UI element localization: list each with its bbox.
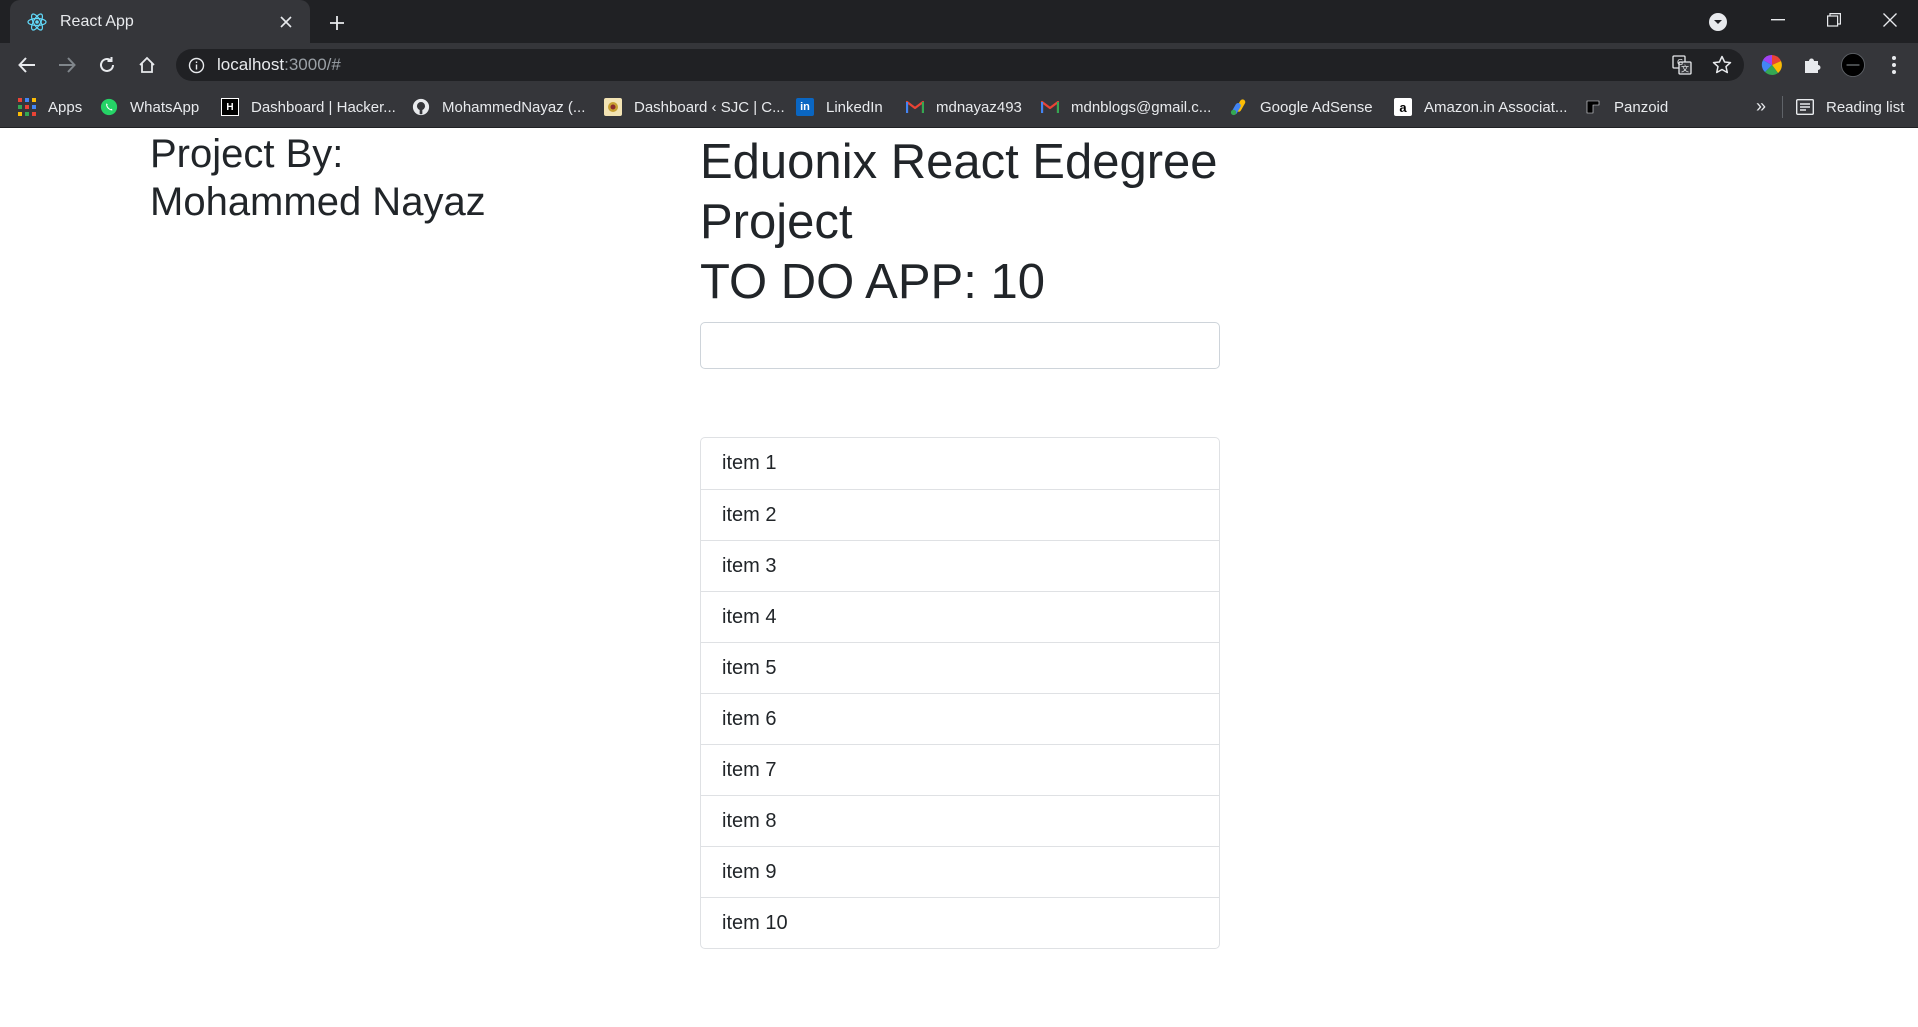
gmail-icon — [906, 98, 924, 116]
bookmark-amazon[interactable]: a Amazon.in Associat... — [1394, 95, 1567, 119]
bookmark-label: Panzoid — [1614, 98, 1669, 116]
bookmark-label: mdnblogs@gmail.c... — [1071, 98, 1212, 116]
panzoid-icon — [1584, 98, 1602, 116]
page-title: Eduonix React Edegree Project TO DO APP:… — [700, 132, 1220, 312]
gmail-icon — [1041, 98, 1059, 116]
home-icon[interactable] — [132, 50, 162, 80]
profile-avatar-icon[interactable] — [1841, 53, 1865, 77]
github-icon — [412, 98, 430, 116]
bookmark-label: LinkedIn — [826, 98, 883, 116]
todo-item[interactable]: item 4 — [701, 591, 1219, 642]
todo-item[interactable]: item 3 — [701, 540, 1219, 591]
reading-list-button[interactable]: Reading list — [1796, 95, 1904, 119]
todo-item[interactable]: item 1 — [701, 438, 1219, 489]
translate-icon[interactable]: 文G — [1671, 54, 1693, 76]
hackerrank-icon: H — [221, 98, 239, 116]
bookmark-github[interactable]: MohammedNayaz (... — [412, 95, 585, 119]
url-host: localhost — [217, 55, 285, 74]
todo-count-heading: TO DO APP: 10 — [700, 255, 1045, 309]
bookmark-label: Dashboard | Hacker... — [251, 98, 396, 116]
apps-grid-icon — [18, 98, 36, 116]
whatsapp-icon — [100, 98, 118, 116]
bookmarks-divider — [1782, 96, 1783, 118]
todo-column: Eduonix React Edegree Project TO DO APP:… — [700, 128, 1220, 949]
todo-item[interactable]: item 2 — [701, 489, 1219, 540]
bookmark-sjc[interactable]: Dashboard ‹ SJC | C... — [604, 95, 785, 119]
todo-item[interactable]: item 5 — [701, 642, 1219, 693]
bookmark-gmail-2[interactable]: mdnblogs@gmail.c... — [1041, 95, 1211, 119]
title-line-1: Eduonix React Edegree — [700, 135, 1218, 189]
url-path: :3000/# — [284, 55, 341, 74]
bookmark-apps[interactable]: Apps — [18, 95, 82, 119]
site-info-icon[interactable] — [188, 57, 205, 74]
minimize-icon[interactable] — [1750, 0, 1806, 40]
forward-arrow-icon[interactable] — [52, 50, 82, 80]
reading-list-label: Reading list — [1826, 98, 1905, 116]
todo-input[interactable] — [700, 322, 1220, 369]
todo-item[interactable]: item 8 — [701, 795, 1219, 846]
close-tab-icon[interactable] — [274, 10, 298, 34]
author-heading: Project By: Mohammed Nayaz — [150, 130, 530, 226]
todo-item[interactable]: item 10 — [701, 897, 1219, 948]
bookmarks-overflow-button[interactable]: » — [1756, 96, 1766, 117]
bookmark-label: Dashboard ‹ SJC | C... — [634, 98, 785, 116]
reload-icon[interactable] — [92, 50, 122, 80]
author-line-1: Project By: — [150, 132, 344, 176]
bookmark-label: MohammedNayaz (... — [442, 98, 586, 116]
title-line-2: Project — [700, 195, 853, 249]
bookmark-label: Amazon.in Associat... — [1424, 98, 1568, 116]
bookmark-label: Apps — [48, 98, 83, 116]
close-window-icon[interactable] — [1862, 0, 1918, 40]
bookmark-label: WhatsApp — [130, 98, 200, 116]
back-arrow-icon[interactable] — [12, 50, 42, 80]
bookmark-linkedin[interactable]: in LinkedIn — [796, 95, 883, 119]
linkedin-icon: in — [796, 98, 814, 116]
amazon-icon: a — [1394, 98, 1412, 116]
reading-list-icon — [1796, 98, 1814, 116]
svg-text:G: G — [1677, 58, 1683, 67]
bookmark-label: Google AdSense — [1260, 98, 1373, 116]
tab-search-icon[interactable] — [1706, 10, 1730, 34]
author-name: Mohammed Nayaz — [150, 180, 486, 224]
todo-list: item 1 item 2 item 3 item 4 item 5 item 6 item… — [700, 437, 1220, 949]
todo-item[interactable]: item 9 — [701, 846, 1219, 897]
extensions-puzzle-icon[interactable] — [1800, 53, 1824, 77]
bookmark-label: mdnayaz493 — [936, 98, 1022, 116]
menu-kebab-icon[interactable] — [1882, 53, 1906, 77]
new-tab-icon[interactable] — [322, 8, 352, 38]
todo-item[interactable]: item 7 — [701, 744, 1219, 795]
react-icon — [26, 11, 48, 33]
sjc-icon — [604, 98, 622, 116]
tab-strip: React App — [0, 0, 1918, 43]
color-wheel-extension-icon[interactable] — [1760, 53, 1784, 77]
bookmark-gmail-1[interactable]: mdnayaz493 — [906, 95, 1022, 119]
bookmark-hackerrank[interactable]: H Dashboard | Hacker... — [221, 95, 396, 119]
adsense-icon — [1230, 98, 1248, 116]
bookmark-whatsapp[interactable]: WhatsApp — [100, 95, 199, 119]
bookmark-adsense[interactable]: Google AdSense — [1230, 95, 1373, 119]
tab-react-app[interactable]: React App — [10, 0, 310, 43]
tab-title: React App — [60, 12, 134, 30]
url-text[interactable]: localhost:3000/# — [217, 55, 341, 75]
bookmark-panzoid[interactable]: Panzoid — [1584, 95, 1668, 119]
star-icon[interactable] — [1711, 54, 1733, 76]
restore-icon[interactable] — [1806, 0, 1862, 40]
page-content: Project By: Mohammed Nayaz Eduonix React… — [0, 128, 1918, 1027]
todo-item[interactable]: item 6 — [701, 693, 1219, 744]
address-bar[interactable] — [176, 49, 1744, 81]
